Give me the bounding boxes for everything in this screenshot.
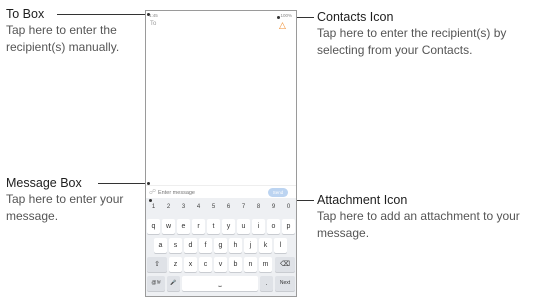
phone-screen: 1:45 100% To △ ☍ Send 1 2 3 4 5 6 7 8 9 … [145, 10, 297, 297]
key-m[interactable]: m [259, 257, 272, 272]
key-o[interactable]: o [267, 219, 280, 234]
key-v[interactable]: v [214, 257, 227, 272]
key-7[interactable]: 7 [237, 200, 250, 215]
message-bar: ☍ Send [146, 185, 296, 199]
key-y[interactable]: y [222, 219, 235, 234]
attachment-icon-description: Tap here to add an attachment to your me… [317, 209, 520, 240]
key-t[interactable]: t [207, 219, 220, 234]
shift-key[interactable]: ⇧ [147, 257, 167, 272]
key-s[interactable]: s [169, 238, 182, 253]
key-u[interactable]: u [237, 219, 250, 234]
key-9[interactable]: 9 [267, 200, 280, 215]
paperclip-icon[interactable]: ☍ [149, 188, 156, 196]
key-e[interactable]: e [177, 219, 190, 234]
key-g[interactable]: g [214, 238, 227, 253]
to-box-leader-line [57, 14, 148, 15]
letter-row-2: a s d f g h j k l [146, 236, 296, 256]
contacts-icon[interactable]: △ [279, 20, 286, 31]
space-key[interactable]: ⎵ [182, 276, 258, 291]
key-0[interactable]: 0 [282, 200, 295, 215]
key-q[interactable]: q [147, 219, 160, 234]
bottom-row: @!# 🎤 ⎵ . Next [146, 274, 296, 294]
attachment-icon-callout: Attachment Icon Tap here to add an attac… [317, 193, 532, 242]
to-box-description: Tap here to enter the recipient(s) manua… [6, 23, 120, 54]
key-c[interactable]: c [199, 257, 212, 272]
contacts-icon-title: Contacts Icon [317, 10, 394, 24]
key-5[interactable]: 5 [207, 200, 220, 215]
key-p[interactable]: p [282, 219, 295, 234]
key-4[interactable]: 4 [192, 200, 205, 215]
status-time: 1:45 [149, 13, 158, 18]
letter-row-3: ⇧ z x c v b n m ⌫ [146, 255, 296, 275]
status-bar: 1:45 100% [146, 11, 296, 20]
message-box-leader-dot [147, 182, 150, 185]
to-box-leader-dot [147, 13, 150, 16]
period-key[interactable]: . [260, 276, 273, 291]
message-box-leader-line [98, 183, 148, 184]
symbols-key[interactable]: @!# [147, 276, 165, 291]
key-d[interactable]: d [184, 238, 197, 253]
key-i[interactable]: i [252, 219, 265, 234]
next-key[interactable]: Next [275, 276, 295, 291]
attachment-icon-title: Attachment Icon [317, 193, 408, 207]
to-box[interactable]: To [150, 21, 156, 27]
key-l[interactable]: l [274, 238, 287, 253]
letter-row-1: q w e r t y u i o p [146, 217, 296, 237]
attachment-leader-dot [149, 199, 152, 202]
key-x[interactable]: x [184, 257, 197, 272]
contacts-icon-description: Tap here to enter the recipient(s) by se… [317, 26, 507, 57]
key-f[interactable]: f [199, 238, 212, 253]
key-h[interactable]: h [229, 238, 242, 253]
key-3[interactable]: 3 [177, 200, 190, 215]
key-z[interactable]: z [169, 257, 182, 272]
key-2[interactable]: 2 [162, 200, 175, 215]
message-input[interactable] [158, 188, 254, 197]
key-a[interactable]: a [154, 238, 167, 253]
contacts-leader-dot [277, 16, 280, 19]
contacts-icon-callout: Contacts Icon Tap here to enter the reci… [317, 10, 539, 59]
mic-key[interactable]: 🎤 [167, 276, 180, 291]
key-8[interactable]: 8 [252, 200, 265, 215]
message-box-description: Tap here to enter your message. [6, 192, 124, 223]
key-1[interactable]: 1 [147, 200, 160, 215]
key-w[interactable]: w [162, 219, 175, 234]
key-j[interactable]: j [244, 238, 257, 253]
send-button[interactable]: Send [268, 188, 288, 197]
key-6[interactable]: 6 [222, 200, 235, 215]
keyboard: 1 2 3 4 5 6 7 8 9 0 q w e r t y u i o p … [146, 198, 296, 296]
key-n[interactable]: n [244, 257, 257, 272]
key-k[interactable]: k [259, 238, 272, 253]
backspace-key[interactable]: ⌫ [275, 257, 295, 272]
number-row: 1 2 3 4 5 6 7 8 9 0 [146, 198, 296, 218]
key-r[interactable]: r [192, 219, 205, 234]
key-b[interactable]: b [229, 257, 242, 272]
battery-status: 100% [280, 13, 292, 18]
